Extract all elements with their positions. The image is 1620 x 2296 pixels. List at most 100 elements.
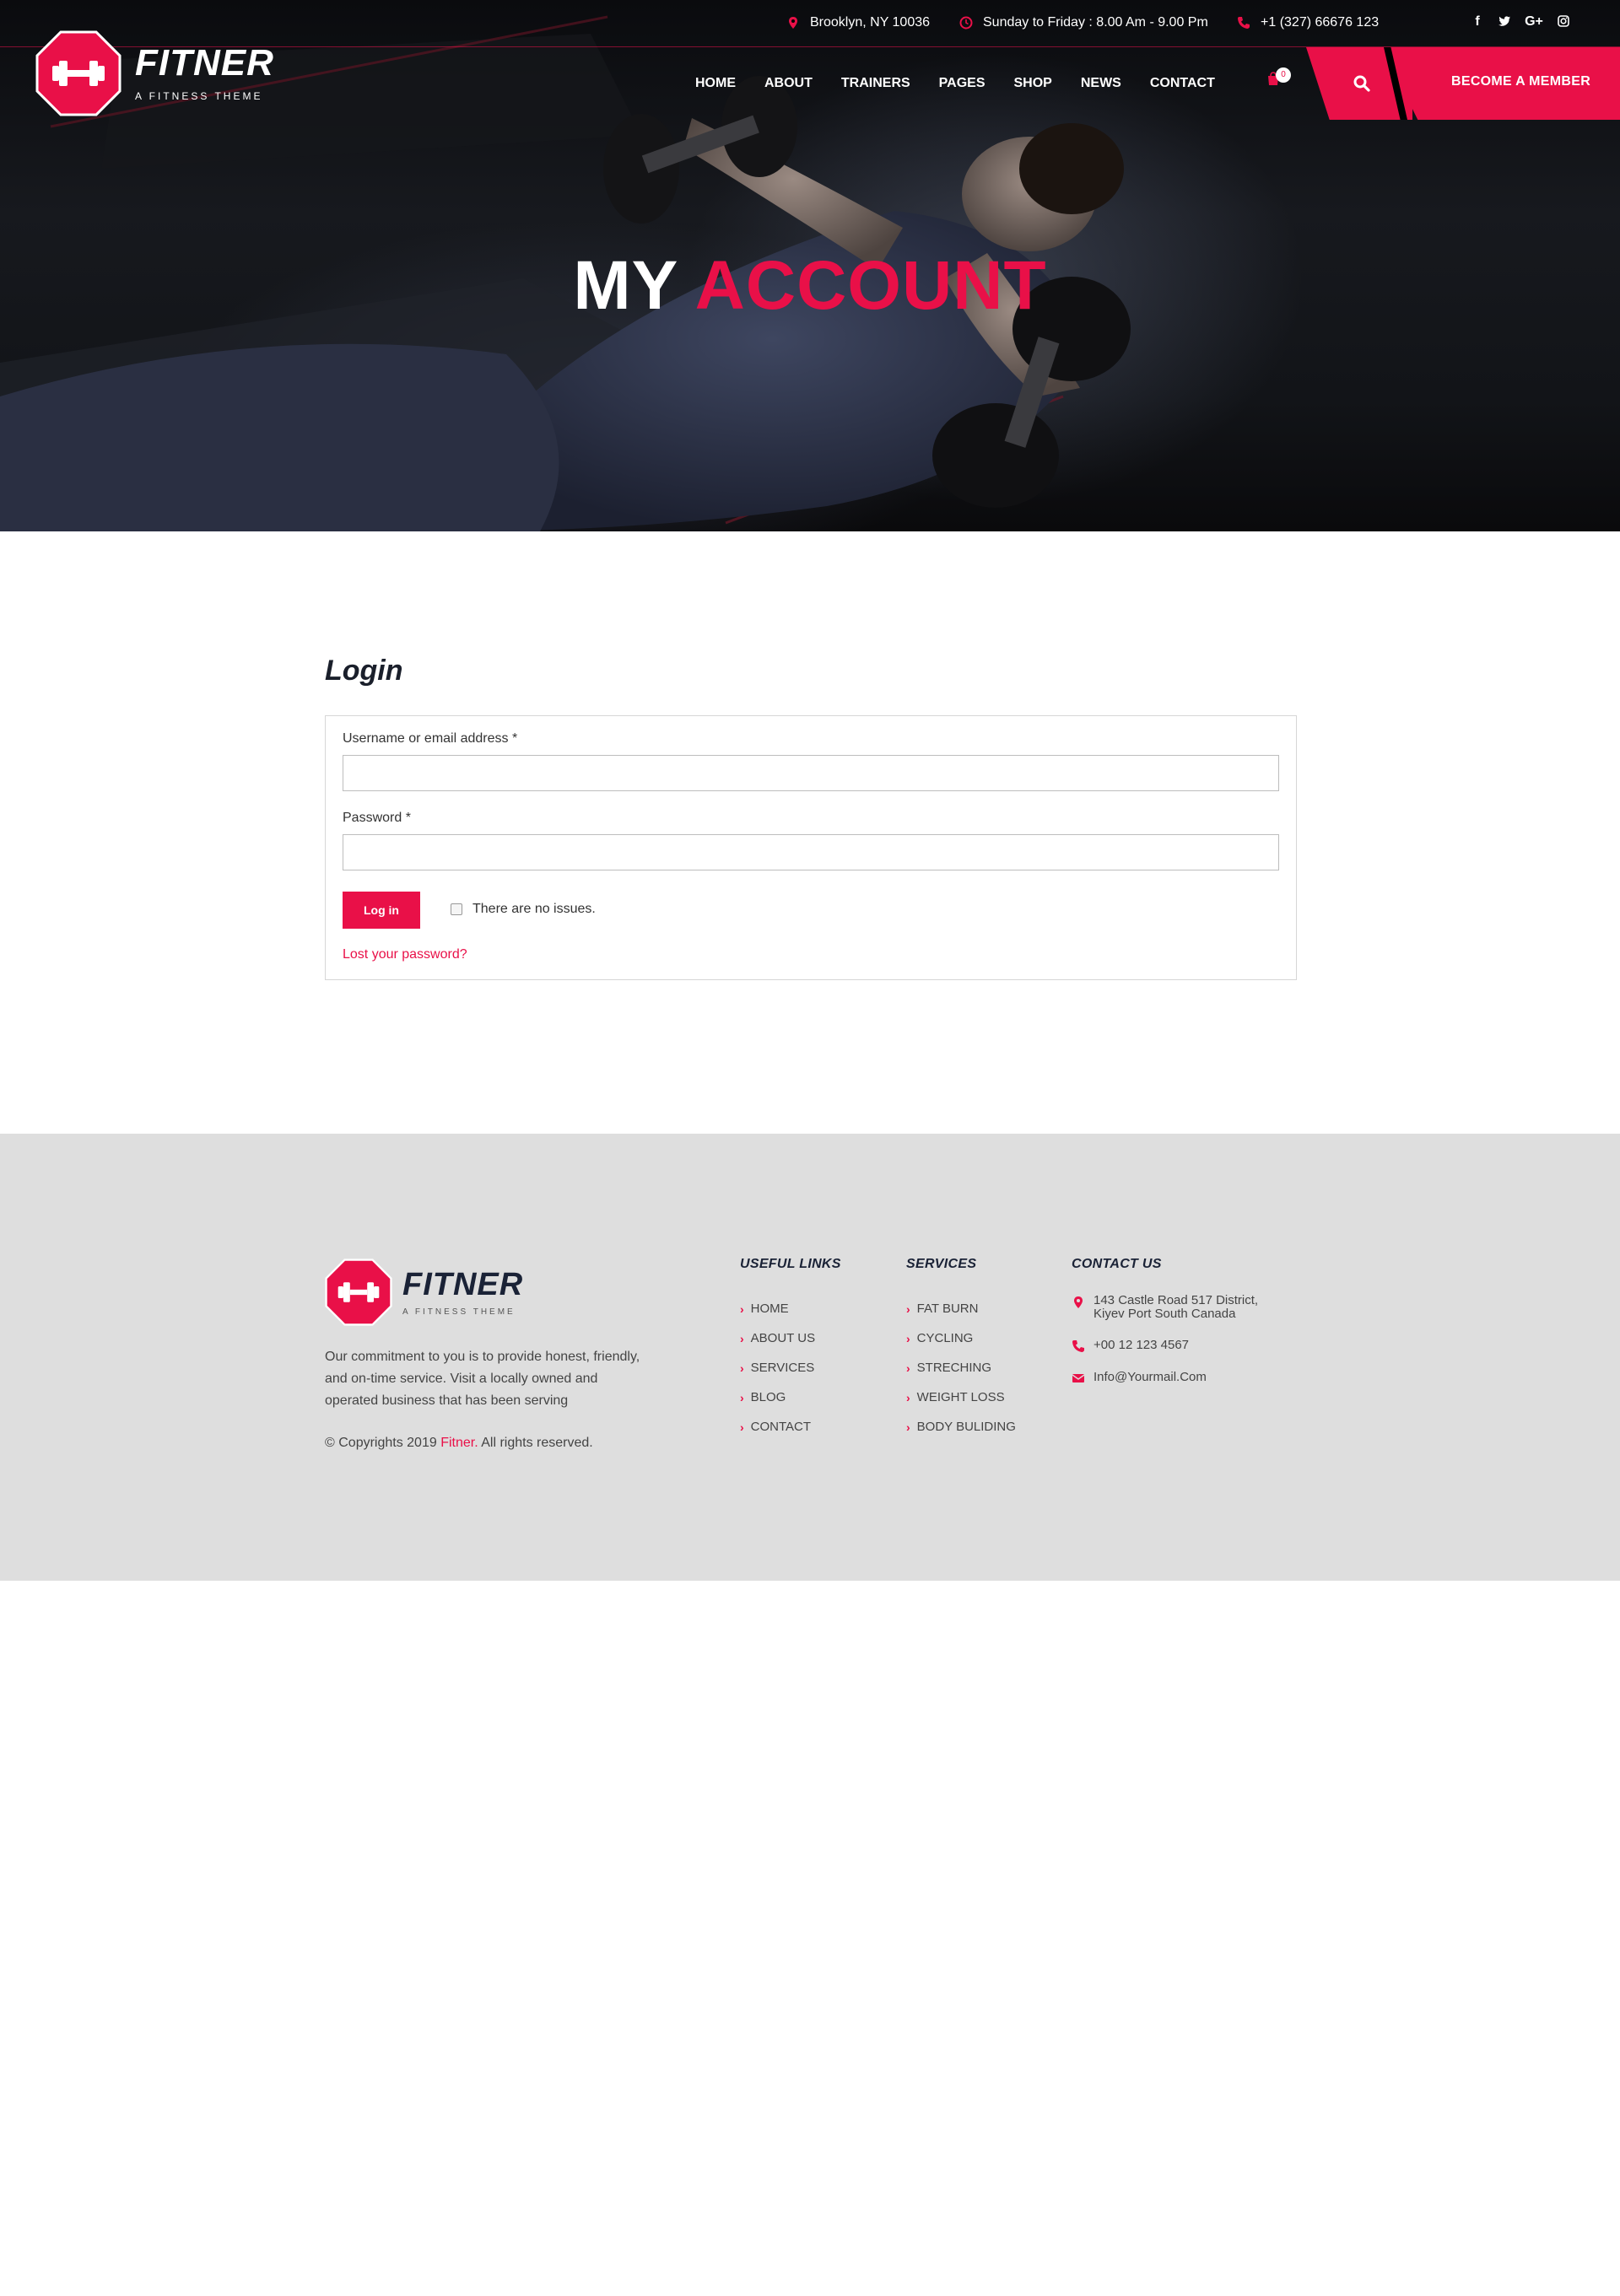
page-title-white: MY xyxy=(573,247,678,324)
chevron-right-icon: › xyxy=(740,1420,744,1434)
copyright-suffix: All rights reserved. xyxy=(481,1436,593,1450)
chevron-right-icon: › xyxy=(740,1331,744,1345)
phone-icon xyxy=(1238,17,1250,29)
dumbbell-logo-icon xyxy=(325,1258,392,1326)
contact-email-text[interactable]: Info@Yourmail.Com xyxy=(1094,1370,1207,1384)
footer-logo[interactable]: FITNER A FITNESS THEME xyxy=(325,1258,523,1326)
footer-link-blog[interactable]: › BLOG xyxy=(740,1382,841,1412)
service-link-label: FAT BURN xyxy=(916,1302,979,1316)
contact-phone: +00 12 123 4567 xyxy=(1072,1338,1258,1353)
social-links: f G+ xyxy=(1470,14,1571,32)
footer-link-about[interactable]: › ABOUT US xyxy=(740,1323,841,1353)
copyright-prefix: © Copyrights 2019 xyxy=(325,1436,437,1450)
chevron-right-icon: › xyxy=(740,1361,744,1375)
chevron-right-icon: › xyxy=(906,1420,910,1434)
password-input[interactable] xyxy=(343,834,1279,870)
nav-trainers[interactable]: TRAINERS xyxy=(841,76,910,91)
cart-count-badge: 0 xyxy=(1276,67,1291,83)
chevron-right-icon: › xyxy=(906,1302,910,1316)
nav-about[interactable]: ABOUT xyxy=(764,76,813,91)
footer-link-services[interactable]: › SERVICES xyxy=(740,1353,841,1382)
nav-shop[interactable]: SHOP xyxy=(1014,76,1052,91)
nav-news[interactable]: NEWS xyxy=(1081,76,1121,91)
topbar-hours-text: Sunday to Friday : 8.00 Am - 9.00 Pm xyxy=(983,15,1208,30)
service-link-streching[interactable]: › STRECHING xyxy=(906,1353,1016,1382)
login-button[interactable]: Log in xyxy=(343,892,420,929)
page-title-red: ACCOUNT xyxy=(694,247,1047,324)
envelope-icon xyxy=(1072,1374,1085,1382)
chevron-right-icon: › xyxy=(740,1302,744,1316)
twitter-icon[interactable] xyxy=(1497,14,1512,32)
nav-pages[interactable]: PAGES xyxy=(939,76,986,91)
footer-link-label: HOME xyxy=(750,1302,789,1316)
chevron-right-icon: › xyxy=(906,1390,910,1404)
contact-address: 143 Castle Road 517 District, Kiyev Port… xyxy=(1072,1294,1258,1321)
logo-name: FITNER xyxy=(135,42,274,84)
copyright-brand-link[interactable]: Fitner. xyxy=(440,1436,478,1450)
no-issues-checkbox[interactable] xyxy=(451,903,462,915)
footer-link-label: SERVICES xyxy=(750,1361,815,1375)
main-nav: HOME ABOUT TRAINERS PAGES SHOP NEWS CONT… xyxy=(695,76,1244,91)
footer-logo-tagline: A FITNESS THEME xyxy=(402,1307,516,1317)
chevron-right-icon: › xyxy=(906,1361,910,1375)
lost-password-link[interactable]: Lost your password? xyxy=(343,947,467,962)
contact-phone-text[interactable]: +00 12 123 4567 xyxy=(1094,1338,1189,1352)
site-logo[interactable]: FITNER A FITNESS THEME xyxy=(35,30,274,116)
login-heading: Login xyxy=(325,655,403,687)
login-form: Username or email address * Password * L… xyxy=(325,715,1297,980)
phone-icon xyxy=(1072,1340,1084,1352)
contact-title: CONTACT US xyxy=(1072,1257,1162,1271)
become-member-label: BECOME A MEMBER xyxy=(1451,74,1591,89)
username-label: Username or email address * xyxy=(343,731,518,746)
clock-icon xyxy=(959,16,973,30)
service-link-label: BODY BULIDING xyxy=(916,1420,1016,1434)
address-line-1: 143 Castle Road 517 District, xyxy=(1094,1293,1259,1307)
google-plus-icon[interactable]: G+ xyxy=(1524,14,1544,32)
footer-link-home[interactable]: › HOME xyxy=(740,1294,841,1323)
useful-links-title: USEFUL LINKS xyxy=(740,1257,841,1271)
logo-tagline: A FITNESS THEME xyxy=(135,90,263,102)
topbar-phone-text: +1 (327) 66676 123 xyxy=(1261,15,1380,30)
map-pin-icon xyxy=(789,17,797,29)
dumbbell-logo-icon xyxy=(35,30,122,116)
service-link-weight-loss[interactable]: › WEIGHT LOSS xyxy=(906,1382,1016,1412)
instagram-icon[interactable] xyxy=(1556,14,1571,32)
service-link-fat-burn[interactable]: › FAT BURN xyxy=(906,1294,1016,1323)
password-label: Password * xyxy=(343,811,411,825)
footer-link-label: CONTACT xyxy=(750,1420,812,1434)
facebook-icon[interactable]: f xyxy=(1470,14,1485,32)
service-link-body-building[interactable]: › BODY BULIDING xyxy=(906,1412,1016,1442)
service-link-label: WEIGHT LOSS xyxy=(916,1390,1005,1404)
nav-home[interactable]: HOME xyxy=(695,76,736,91)
site-footer: FITNER A FITNESS THEME Our commitment to… xyxy=(0,1134,1620,1581)
address-line-2: Kiyev Port South Canada xyxy=(1094,1307,1236,1321)
footer-services: SERVICES › FAT BURN › CYCLING › STRECHING ›… xyxy=(906,1257,1016,1442)
footer-link-label: BLOG xyxy=(750,1390,786,1404)
map-pin-icon xyxy=(1074,1296,1083,1308)
service-link-label: STRECHING xyxy=(916,1361,992,1375)
hero-banner: Brooklyn, NY 10036 Sunday to Friday : 8.… xyxy=(0,0,1620,531)
footer-contact: CONTACT US 143 Castle Road 517 District,… xyxy=(1072,1257,1258,1402)
footer-copyright: © Copyrights 2019 Fitner. All rights res… xyxy=(325,1436,593,1451)
footer-logo-name: FITNER xyxy=(402,1266,524,1302)
chevron-right-icon: › xyxy=(740,1390,744,1404)
page-title: MY ACCOUNT xyxy=(0,246,1620,326)
chevron-right-icon: › xyxy=(906,1331,910,1345)
username-input[interactable] xyxy=(343,755,1279,791)
search-icon xyxy=(1353,75,1370,92)
topbar-location: Brooklyn, NY 10036 xyxy=(786,15,930,30)
topbar-hours: Sunday to Friday : 8.00 Am - 9.00 Pm xyxy=(959,15,1208,30)
nav-contact[interactable]: CONTACT xyxy=(1150,76,1215,91)
no-issues-label: There are no issues. xyxy=(472,902,596,916)
topbar-phone: +1 (327) 66676 123 xyxy=(1237,15,1379,30)
topbar-location-text: Brooklyn, NY 10036 xyxy=(810,15,931,30)
service-link-label: CYCLING xyxy=(916,1331,974,1345)
services-title: SERVICES xyxy=(906,1257,977,1271)
service-link-cycling[interactable]: › CYCLING xyxy=(906,1323,1016,1353)
footer-link-contact[interactable]: › CONTACT xyxy=(740,1412,841,1442)
contact-email: Info@Yourmail.Com xyxy=(1072,1370,1258,1385)
footer-useful-links: USEFUL LINKS › HOME › ABOUT US › SERVICES ›… xyxy=(740,1257,841,1442)
cart-button[interactable]: 0 xyxy=(1266,67,1291,90)
footer-description: Our commitment to you is to provide hone… xyxy=(325,1350,640,1408)
become-member-button[interactable]: BECOME A MEMBER xyxy=(1382,47,1620,120)
